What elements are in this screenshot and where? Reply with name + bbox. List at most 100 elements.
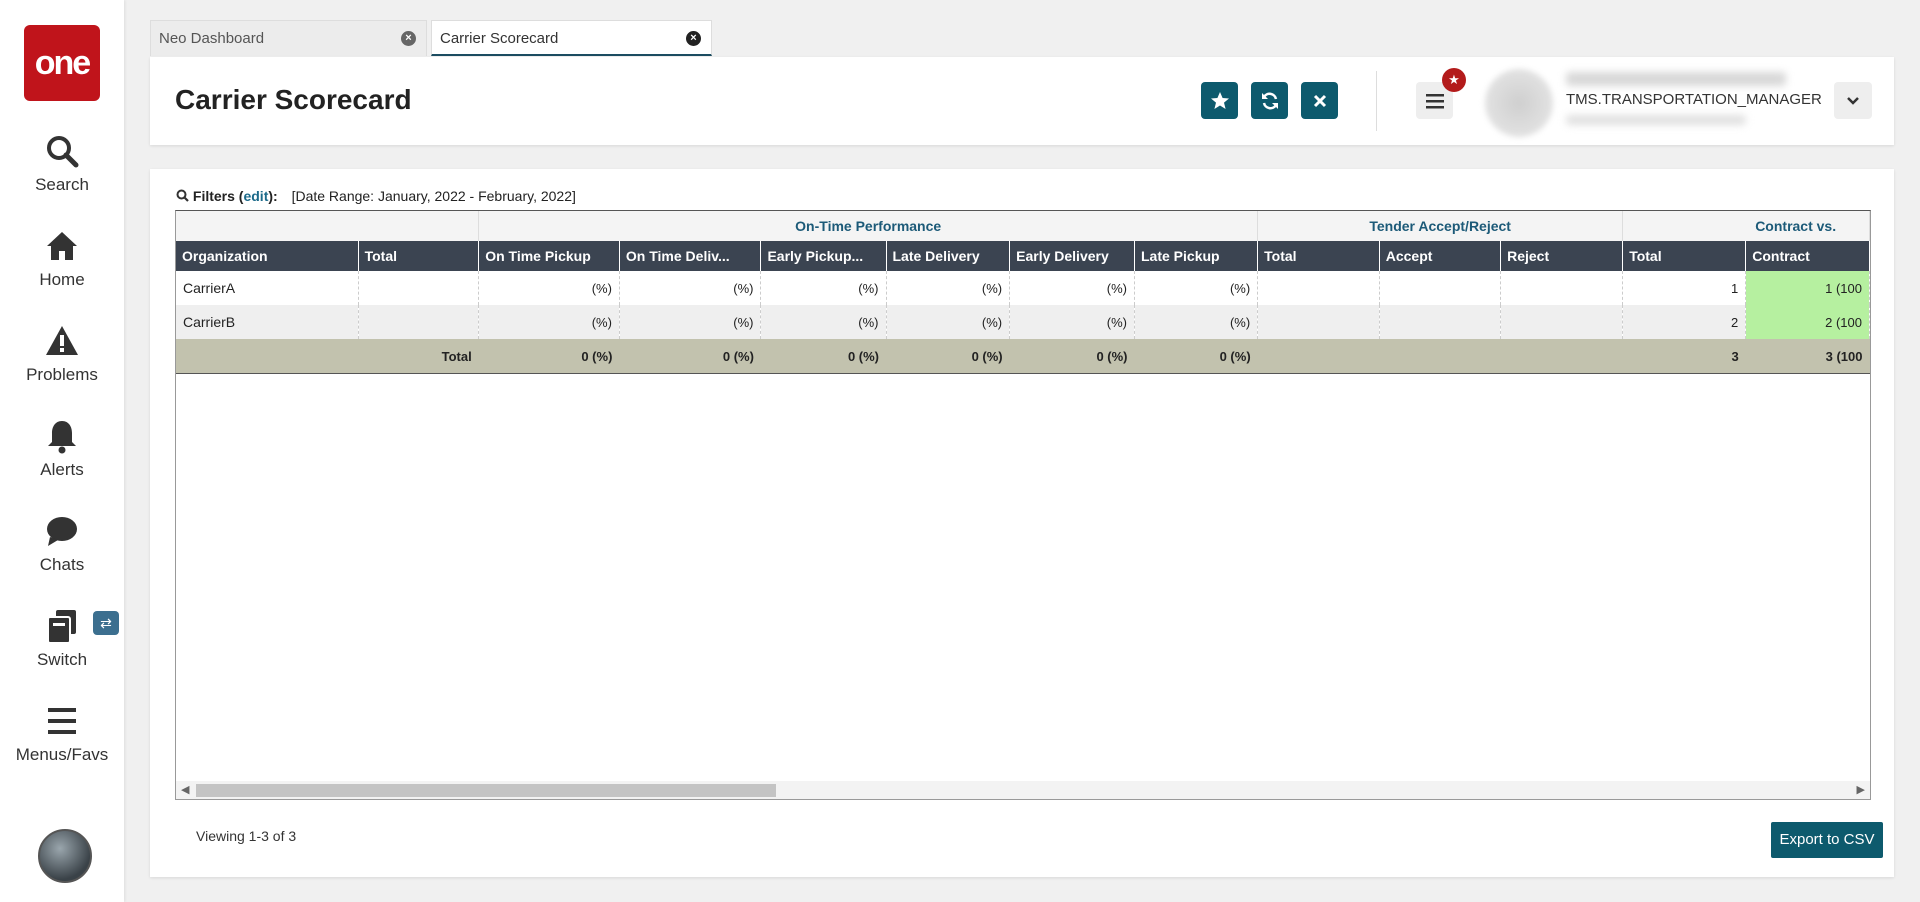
- tab-neo-dashboard[interactable]: Neo Dashboard ×: [150, 20, 427, 56]
- page-header: Carrier Scorecard ★ TMS.TRANSPORTATION_M…: [150, 57, 1894, 145]
- col-header[interactable]: On Time Deliv...: [619, 241, 762, 271]
- sidebar: one Search Home Problems Alerts Chats Sw…: [0, 0, 124, 902]
- total-label: Total: [176, 339, 479, 374]
- col-header[interactable]: Early Delivery: [1009, 241, 1135, 271]
- tab-carrier-scorecard[interactable]: Carrier Scorecard ×: [431, 20, 712, 56]
- total-cell: 0 (%): [619, 339, 761, 374]
- total-cell: 0 (%): [1009, 339, 1135, 374]
- one-logo[interactable]: one: [24, 25, 100, 101]
- pagination-status: Viewing 1-3 of 3: [196, 828, 297, 844]
- cell: [1379, 271, 1502, 305]
- page-title: Carrier Scorecard: [175, 84, 412, 115]
- col-header[interactable]: Accept: [1379, 241, 1502, 271]
- cell: (%): [1134, 305, 1259, 339]
- scroll-left-icon[interactable]: ◀: [181, 783, 189, 796]
- user-avatar[interactable]: [38, 829, 92, 883]
- scroll-right-icon[interactable]: ▶: [1857, 783, 1865, 796]
- cell: (%): [619, 271, 762, 305]
- report-panel: Filters (edit): [Date Range: January, 20…: [150, 169, 1894, 877]
- sidebar-item-home[interactable]: Home: [0, 228, 124, 290]
- table-row[interactable]: CarrierA (%) (%) (%) (%) (%) (%) 1 1 (10…: [176, 271, 1870, 305]
- filters-date-range: [Date Range: January, 2022 - February, 2…: [291, 188, 576, 204]
- total-cell: [1379, 339, 1501, 374]
- scrollbar-thumb[interactable]: [196, 784, 776, 797]
- col-header[interactable]: Organization: [176, 241, 359, 271]
- filters-edit-link[interactable]: edit: [243, 188, 268, 204]
- total-cell: 3 (100: [1745, 339, 1870, 374]
- sidebar-item-search[interactable]: Search: [0, 133, 124, 195]
- cell: [1257, 271, 1380, 305]
- col-header[interactable]: On Time Pickup: [478, 241, 620, 271]
- col-header[interactable]: Total: [1622, 241, 1747, 271]
- cell: (%): [478, 305, 620, 339]
- sidebar-item-label: Problems: [26, 365, 98, 384]
- total-cell: 3: [1622, 339, 1746, 374]
- search-icon: [176, 189, 189, 202]
- sidebar-item-label: Search: [35, 175, 89, 194]
- cell: [1500, 305, 1624, 339]
- sidebar-item-label: Menus/Favs: [15, 745, 109, 764]
- col-header[interactable]: Total: [1257, 241, 1380, 271]
- cell-organization: CarrierA: [176, 271, 359, 305]
- cell: [358, 271, 480, 305]
- hamburger-icon: [1425, 93, 1444, 108]
- star-icon: [1210, 91, 1229, 109]
- user-photo: [1485, 69, 1553, 137]
- warning-icon: [46, 326, 78, 355]
- tab-label: Carrier Scorecard: [440, 30, 559, 47]
- cell: (%): [1009, 305, 1135, 339]
- sidebar-item-problems[interactable]: Problems: [0, 323, 124, 385]
- header-divider: [1376, 71, 1377, 131]
- user-name-redacted: [1566, 72, 1786, 86]
- sidebar-item-label: Chats: [39, 555, 85, 574]
- cell: (%): [760, 271, 887, 305]
- chat-icon: [47, 517, 77, 546]
- refresh-button[interactable]: [1251, 82, 1288, 119]
- group-header-on-time: On-Time Performance: [478, 211, 1259, 241]
- sidebar-item-label: Switch: [36, 650, 88, 669]
- switch-icon: [47, 610, 76, 644]
- filters-label: Filters: [192, 188, 235, 204]
- favorites-star-icon[interactable]: ★: [1442, 68, 1466, 92]
- cell: (%): [886, 305, 1011, 339]
- user-menu-dropdown[interactable]: [1834, 82, 1872, 119]
- sidebar-item-alerts[interactable]: Alerts: [0, 418, 124, 480]
- favorite-button[interactable]: [1201, 82, 1238, 119]
- search-icon: [47, 136, 79, 168]
- switch-arrows-icon[interactable]: ⇄: [93, 611, 119, 635]
- user-org-redacted: [1566, 115, 1746, 125]
- table-row[interactable]: CarrierB (%) (%) (%) (%) (%) (%) 2 2 (10…: [176, 305, 1870, 339]
- sidebar-item-menus-favs[interactable]: Menus/Favs: [0, 703, 124, 765]
- cell: (%): [1134, 271, 1259, 305]
- cell-contract: 1 (100: [1745, 271, 1870, 305]
- sidebar-item-chats[interactable]: Chats: [0, 513, 124, 575]
- cell: [1257, 305, 1380, 339]
- close-button[interactable]: [1301, 82, 1338, 119]
- cell: [358, 305, 480, 339]
- close-icon[interactable]: ×: [686, 31, 701, 46]
- cell: (%): [760, 305, 887, 339]
- cell: 2: [1622, 305, 1747, 339]
- col-header[interactable]: Reject: [1500, 241, 1624, 271]
- group-header-contract: Contract vs.: [1622, 211, 1870, 241]
- col-header[interactable]: Total: [358, 241, 480, 271]
- cell-contract: 2 (100: [1745, 305, 1870, 339]
- close-icon[interactable]: ×: [401, 31, 416, 46]
- chevron-down-icon: [1847, 96, 1859, 105]
- cell-organization: CarrierB: [176, 305, 359, 339]
- user-role: TMS.TRANSPORTATION_MANAGER: [1566, 91, 1822, 108]
- total-cell: [1500, 339, 1623, 374]
- col-header[interactable]: Late Delivery: [886, 241, 1011, 271]
- col-header[interactable]: Late Pickup: [1134, 241, 1259, 271]
- export-csv-button[interactable]: Export to CSV: [1771, 822, 1883, 858]
- cell: 1: [1622, 271, 1747, 305]
- tab-label: Neo Dashboard: [159, 30, 265, 47]
- horizontal-scrollbar[interactable]: ◀ ▶: [176, 781, 1870, 799]
- scorecard-grid: On-Time Performance Tender Accept/Reject…: [175, 210, 1871, 800]
- total-cell: 0 (%): [1134, 339, 1258, 374]
- sidebar-item-label: Alerts: [40, 460, 84, 479]
- total-cell: [1257, 339, 1380, 374]
- col-header[interactable]: Contract: [1745, 241, 1870, 271]
- total-cell: 0 (%): [886, 339, 1010, 374]
- col-header[interactable]: Early Pickup...: [760, 241, 887, 271]
